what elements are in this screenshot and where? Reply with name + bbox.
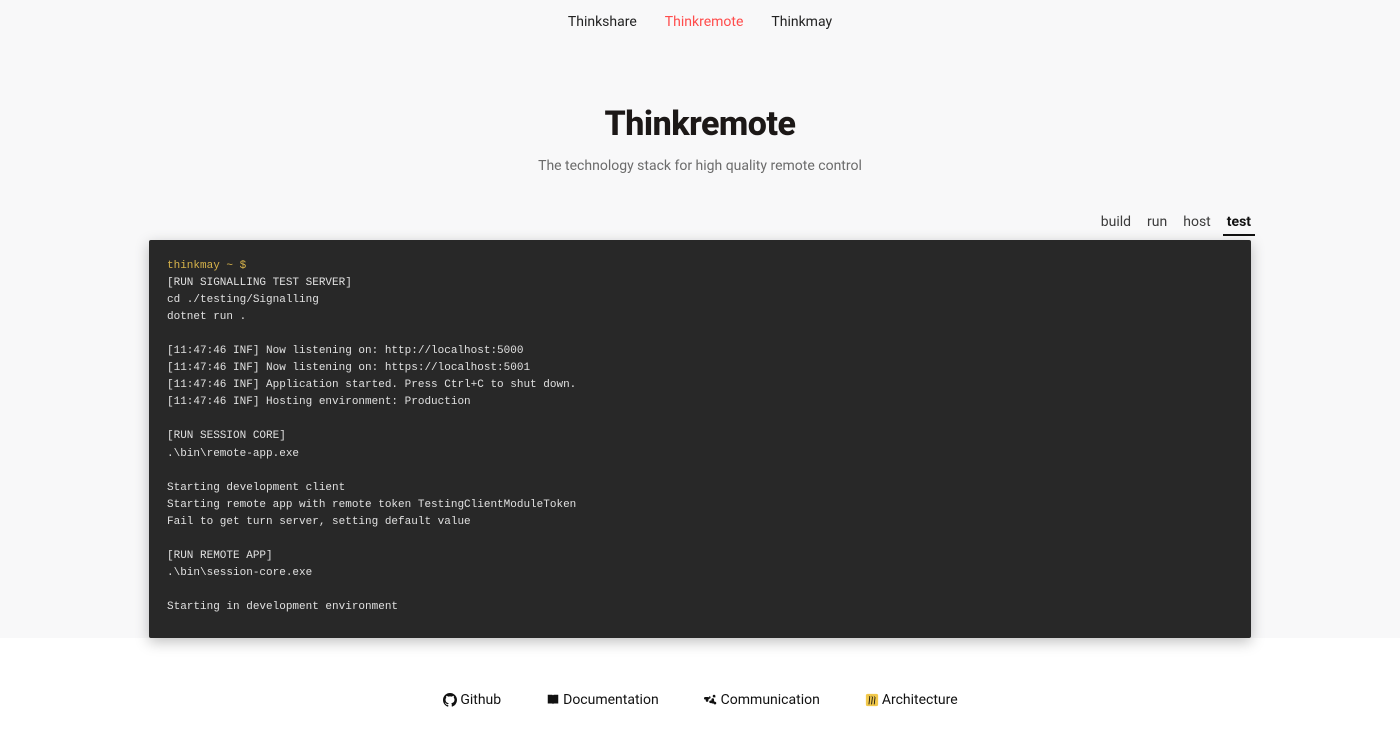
book-icon (545, 692, 561, 708)
page-subtitle: The technology stack for high quality re… (0, 158, 1400, 174)
top-nav: Thinkshare Thinkremote Thinkmay (0, 8, 1400, 40)
hero: Thinkremote The technology stack for hig… (0, 104, 1400, 174)
footer-link-label: Documentation (563, 692, 659, 708)
tab-run[interactable]: run (1147, 214, 1167, 234)
terminal-tabs: build run host test (149, 214, 1251, 240)
tab-build[interactable]: build (1101, 214, 1131, 234)
terminal-body: [RUN SIGNALLING TEST SERVER] cd ./testin… (167, 275, 1233, 616)
footer-link-label: Architecture (882, 692, 958, 708)
nav-link-thinkmay[interactable]: Thinkmay (771, 14, 832, 30)
terminal-wrap: thinkmay ~ $ [RUN SIGNALLING TEST SERVER… (149, 240, 1251, 638)
nav-link-thinkremote[interactable]: Thinkremote (665, 14, 744, 30)
miro-icon (864, 692, 880, 708)
footer-link-github[interactable]: Github (442, 692, 501, 708)
tab-test[interactable]: test (1227, 214, 1251, 234)
page-title: Thinkremote (0, 104, 1400, 144)
terminal-prompt: thinkmay ~ $ (167, 258, 1233, 275)
main-container: build run host test thinkmay ~ $ [RUN SI… (149, 214, 1251, 638)
footer-link-documentation[interactable]: Documentation (545, 692, 659, 708)
footer-link-architecture[interactable]: Architecture (864, 692, 958, 708)
footer-links: Github Documentation Communication Archi… (0, 638, 1400, 732)
tab-host[interactable]: host (1183, 214, 1211, 234)
terminal: thinkmay ~ $ [RUN SIGNALLING TEST SERVER… (149, 240, 1251, 638)
github-icon (442, 692, 458, 708)
nav-link-thinkshare[interactable]: Thinkshare (568, 14, 637, 30)
footer-link-communication[interactable]: Communication (703, 692, 820, 708)
footer-link-label: Github (460, 692, 501, 708)
top-section: Thinkshare Thinkremote Thinkmay Thinkrem… (0, 0, 1400, 638)
slack-icon (703, 692, 719, 708)
footer-link-label: Communication (721, 692, 820, 708)
